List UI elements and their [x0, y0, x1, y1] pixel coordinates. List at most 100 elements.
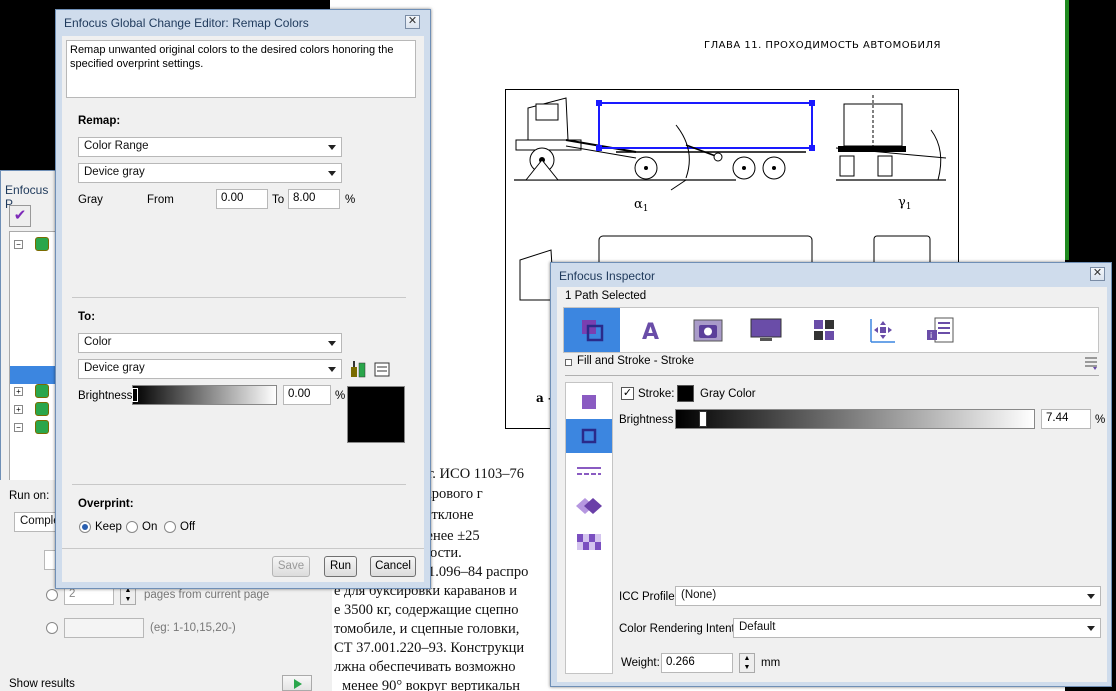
stroke-tab[interactable]: [566, 419, 612, 453]
description-text: Remap unwanted original colors to the de…: [66, 40, 416, 98]
from-input[interactable]: 0.00: [216, 189, 268, 209]
divider: [62, 548, 424, 549]
menu-icon[interactable]: [1082, 353, 1100, 371]
rendering-intent-label: Color Rendering Intent:: [619, 623, 738, 635]
inspector-toolbar: A i: [563, 307, 1099, 353]
tab-text[interactable]: A: [622, 308, 678, 352]
check-icon[interactable]: ✔: [9, 205, 31, 227]
brightness-slider[interactable]: [132, 385, 277, 405]
range-radio[interactable]: [46, 622, 58, 634]
weight-spinner[interactable]: ▲ ▼: [739, 653, 755, 673]
divider: [72, 297, 406, 298]
icc-profile-select[interactable]: (None): [675, 586, 1101, 606]
brightness-input[interactable]: 0.00: [283, 385, 331, 405]
expand-icon[interactable]: +: [14, 405, 23, 414]
range-hint: (eg: 1-10,15,20-): [150, 622, 236, 634]
remap-label: Remap:: [78, 115, 121, 127]
selection-status: 1 Path Selected: [565, 290, 647, 302]
dialog-client: Remap unwanted original colors to the de…: [62, 36, 424, 582]
brightness-label: Brightness: [78, 390, 133, 402]
run-button[interactable]: Run: [324, 556, 357, 577]
grid-icon: [814, 320, 834, 340]
slider-thumb[interactable]: [132, 388, 138, 402]
tab-layers[interactable]: [796, 308, 852, 352]
icc-profile-label: ICC Profile:: [619, 591, 678, 603]
off-label: Off: [180, 521, 196, 533]
dash-tab[interactable]: [566, 455, 612, 489]
folder-icon: [35, 384, 49, 398]
checker-transparency-icon: [577, 534, 601, 550]
overprint-on-radio[interactable]: [126, 521, 138, 533]
tab-display[interactable]: [738, 308, 794, 352]
rendering-intent-select[interactable]: Default: [733, 618, 1101, 638]
doc-text-line: томобиле, и сцепные головки,: [334, 621, 520, 637]
tab-fill-stroke[interactable]: [564, 308, 620, 352]
cancel-button[interactable]: Cancel: [370, 556, 416, 577]
remap-mode-select[interactable]: Color Range: [78, 137, 342, 157]
range-input[interactable]: [64, 618, 144, 638]
brightness-input[interactable]: 7.44: [1041, 409, 1091, 429]
stroke-checkbox[interactable]: ✓: [621, 387, 634, 400]
brightness-slider[interactable]: [675, 409, 1035, 429]
pages-radio[interactable]: [46, 589, 58, 601]
to-colorspace-select[interactable]: Device gray: [78, 359, 342, 379]
fill-tab[interactable]: [566, 385, 612, 419]
brightness-label: Brightness: [619, 414, 674, 426]
doc-text-line: 1.096–84 распро: [428, 564, 529, 580]
run-button[interactable]: [282, 675, 312, 691]
transparency-tab[interactable]: [566, 525, 612, 559]
svg-text:A: A: [642, 320, 659, 343]
camera-icon: [693, 319, 723, 342]
close-icon[interactable]: ✕: [1090, 267, 1105, 281]
to-input[interactable]: 8.00: [288, 189, 340, 209]
collapse-icon[interactable]: −: [14, 423, 23, 432]
svg-text:i: i: [930, 331, 932, 340]
panel-title: Enfocus P: [5, 183, 49, 211]
remap-colorspace-select[interactable]: Device gray: [78, 163, 342, 183]
folder-icon: [35, 402, 49, 416]
text-a-icon: A: [642, 320, 659, 343]
doc-text-line: г. ИСО 1103–76: [428, 466, 525, 482]
monitor-icon: [750, 318, 782, 341]
stroke-label: Stroke:: [638, 388, 675, 400]
doc-text-line: лжна обеспечивать возможно: [334, 659, 516, 675]
remap-colors-dialog: Enfocus Global Change Editor: Remap Colo…: [55, 9, 431, 589]
tab-position[interactable]: [854, 308, 910, 352]
to-mode-select[interactable]: Color: [78, 333, 342, 353]
keep-label: Keep: [95, 521, 122, 533]
eyedropper-icon[interactable]: [348, 359, 368, 379]
pages-label: pages from current page: [144, 589, 270, 601]
document-edge: [1065, 0, 1069, 260]
on-label: On: [142, 521, 158, 533]
stroke-color-swatch[interactable]: [677, 385, 694, 402]
overprint-tab[interactable]: [566, 489, 612, 523]
slider-thumb[interactable]: [699, 411, 707, 427]
tab-image[interactable]: [680, 308, 736, 352]
run-on-label: Run on:: [9, 490, 50, 502]
percent-label: %: [335, 390, 346, 402]
dialog-title: Enfocus Global Change Editor: Remap Colo…: [64, 16, 309, 30]
info-list-icon: i: [927, 317, 954, 343]
section-header[interactable]: Fill and Stroke - Stroke: [565, 355, 694, 367]
weight-input[interactable]: 0.266: [661, 653, 733, 673]
save-button[interactable]: Save: [272, 556, 310, 577]
collapse-icon[interactable]: −: [14, 240, 23, 249]
overprint-off-radio[interactable]: [164, 521, 176, 533]
overprint-keep-radio[interactable]: [79, 521, 91, 533]
selected-row[interactable]: [10, 366, 60, 384]
folder-icon: [35, 237, 49, 251]
expand-icon[interactable]: +: [14, 387, 23, 396]
collapse-icon[interactable]: [565, 359, 572, 366]
weight-label: Weight:: [621, 657, 660, 669]
to-label: To:: [78, 311, 96, 323]
color-library-icon[interactable]: [372, 359, 392, 379]
tab-info[interactable]: i: [912, 308, 968, 352]
profile-tree[interactable]: − + + −: [9, 231, 60, 481]
dash-lines-icon: [577, 467, 601, 475]
gamma-label: γ1: [898, 195, 912, 212]
close-icon[interactable]: ✕: [405, 15, 420, 29]
chapter-header: ГЛАВА 11. ПРОХОДИМОСТЬ АВТОМОБИЛЯ: [704, 40, 941, 51]
enfocus-inspector: Enfocus Inspector ✕ 1 Path Selected A i …: [550, 262, 1112, 687]
doc-text-line: СТ 37.001.220–93. Конструкци: [334, 640, 525, 656]
fill-square-icon: [582, 395, 596, 409]
